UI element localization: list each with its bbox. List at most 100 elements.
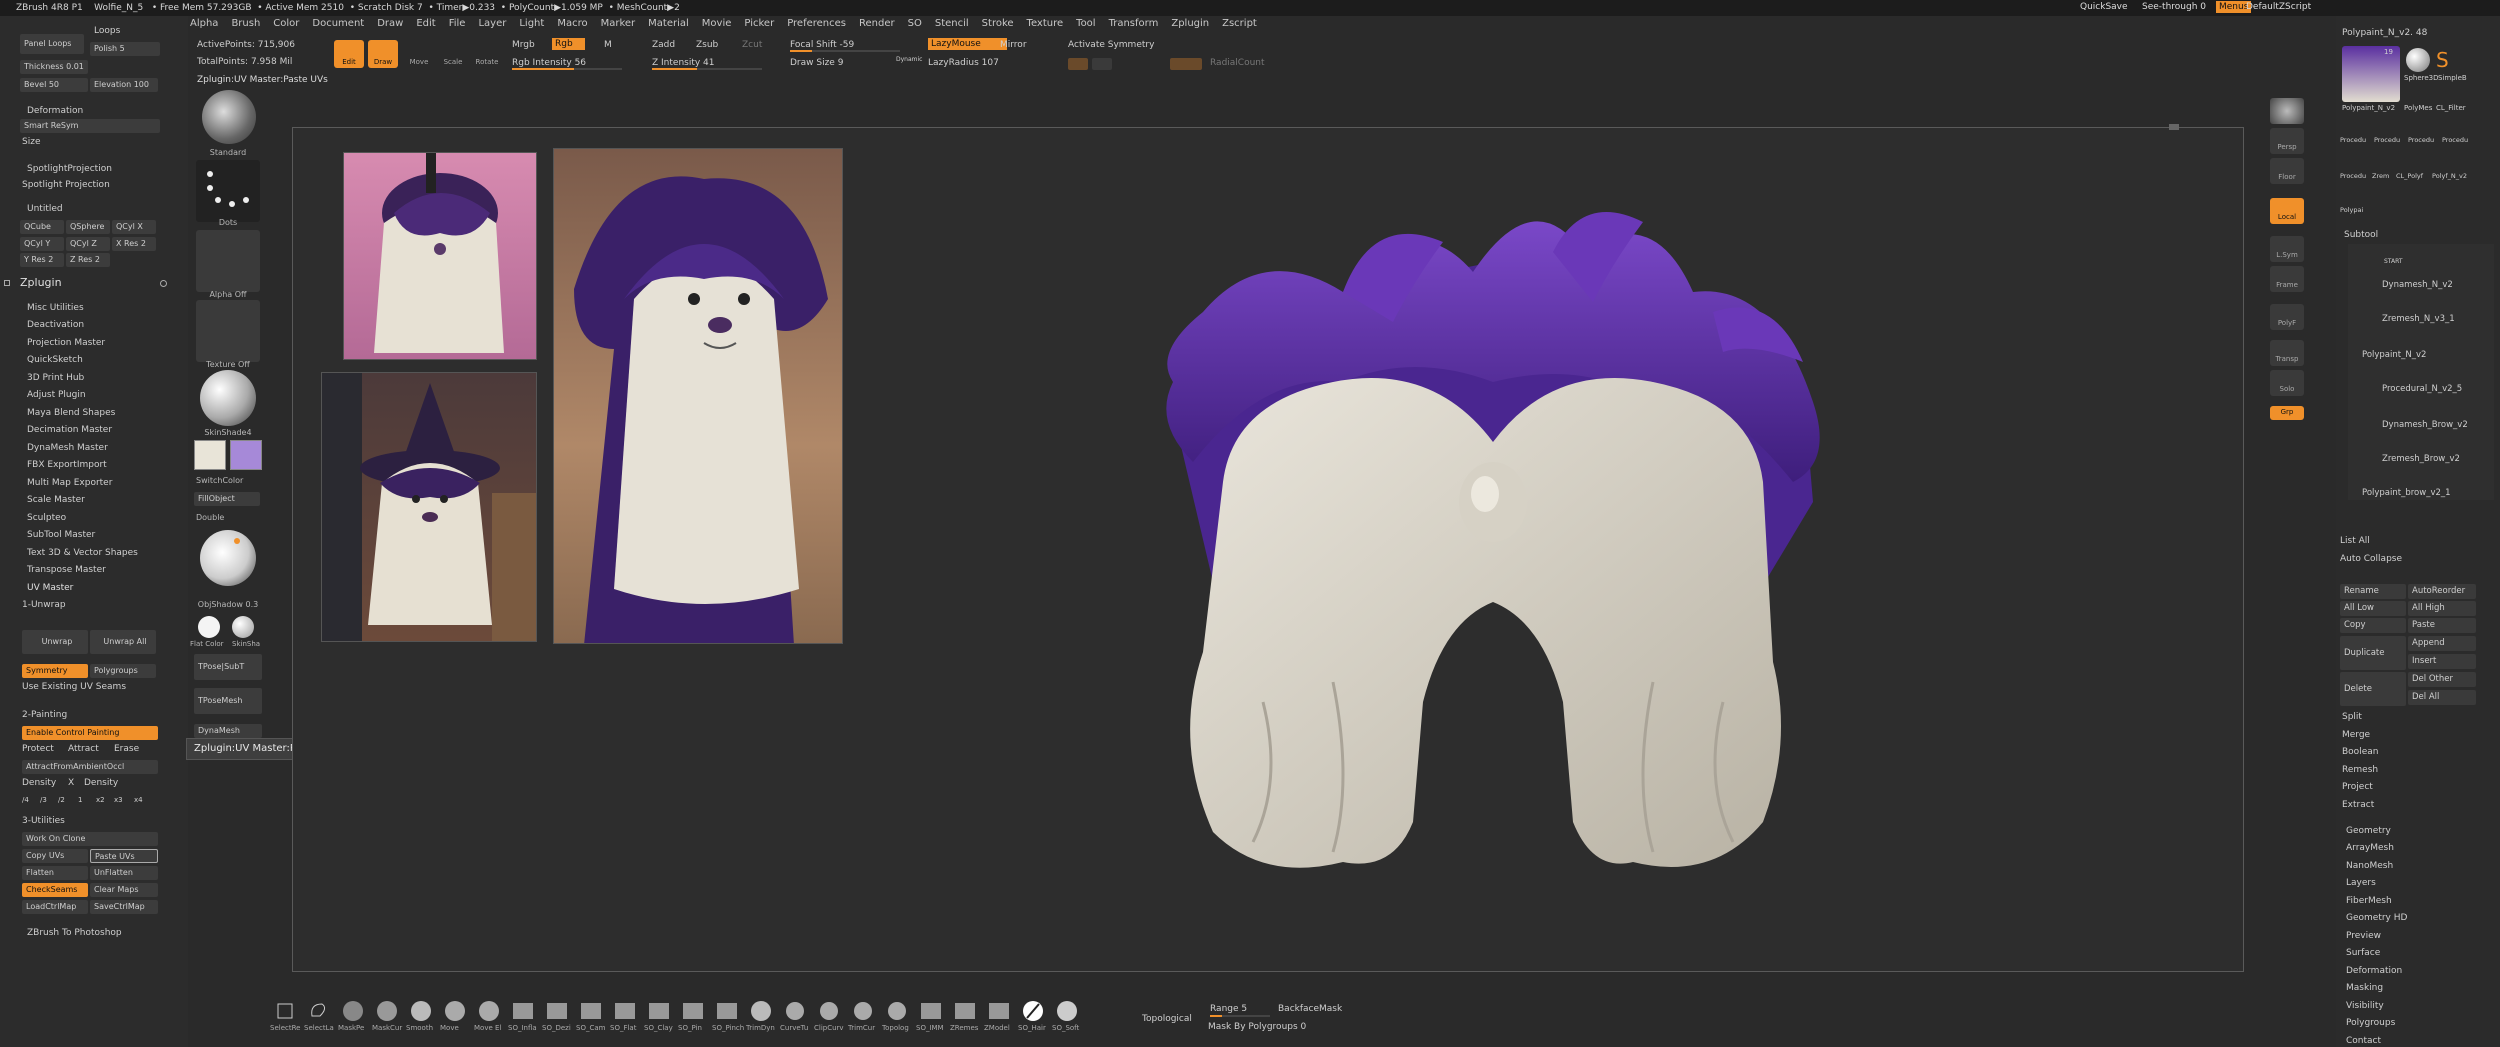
so-hair-brush-icon[interactable] [1018,998,1048,1024]
list-all-button[interactable]: List All [2340,536,2370,546]
density-x3-button[interactable]: x3 [114,796,123,804]
yres-slider[interactable]: Y Res 2 [20,253,64,267]
menu-stencil[interactable]: Stencil [935,18,969,29]
subtool-item-7[interactable]: Zremesh_Brow_v2 [2382,454,2460,464]
plugin-decimation-master[interactable]: Decimation Master [27,425,112,435]
clear-maps-button[interactable]: Clear Maps [90,883,158,897]
enable-control-painting-button[interactable]: Enable Control Painting [22,726,158,740]
draw-size-slider[interactable]: Draw Size 9 [790,58,843,68]
lazymouse-button[interactable]: LazyMouse [928,38,1007,50]
so-dezi-brush-icon[interactable] [542,998,572,1024]
load-ctrl-map-button[interactable]: LoadCtrlMap [22,900,88,914]
qcube-button[interactable]: QCube [20,220,64,234]
density-x2-button[interactable]: x2 [96,796,105,804]
paste-uvs-button[interactable]: Paste UVs [90,849,158,863]
density-slider[interactable]: Density [84,778,118,788]
save-ctrl-map-button[interactable]: SaveCtrlMap [90,900,158,914]
spotlight-projection-header[interactable]: SpotlightProjection [27,164,112,174]
quicksave-button[interactable]: QuickSave [2080,2,2128,12]
smart-resym-button[interactable]: Smart ReSym [20,119,160,133]
cl-polyf-tool[interactable]: CL_Polyf [2396,172,2423,180]
zcut-button[interactable]: Zcut [742,40,762,50]
density-x4-button[interactable]: x4 [134,796,143,804]
floor-button[interactable]: Floor [2270,158,2304,184]
draw-mode-button[interactable]: Draw [368,40,398,68]
dynamesh-button[interactable]: DynaMesh [194,724,262,738]
so-imm-brush-icon[interactable] [916,998,946,1024]
so-flat-brush-icon[interactable] [610,998,640,1024]
so-inflate-brush-icon[interactable] [508,998,538,1024]
sym-y-button[interactable] [1092,58,1112,70]
mask-pen-brush-icon[interactable] [338,998,368,1024]
preview-section[interactable]: Preview [2346,931,2381,941]
move-brush-icon[interactable] [440,998,470,1024]
plugin-projection-master[interactable]: Projection Master [27,338,105,348]
erase-button[interactable]: Erase [114,744,139,754]
zbrush-to-photoshop[interactable]: ZBrush To Photoshop [27,928,122,938]
topology-brush-icon[interactable] [882,998,912,1024]
menu-material[interactable]: Material [648,18,689,29]
menu-edit[interactable]: Edit [416,18,435,29]
menu-movie[interactable]: Movie [702,18,732,29]
menu-file[interactable]: File [449,18,466,29]
transp-button[interactable]: Transp [2270,340,2304,366]
rename-button[interactable]: Rename [2340,584,2406,599]
subtool-item-3[interactable]: Zremesh_N_v3_1 [2382,314,2455,324]
grp-button[interactable]: Grp [2270,406,2304,420]
panel-loops-button[interactable]: Panel Loops [20,34,84,54]
qcylx-button[interactable]: QCyl X [112,220,156,234]
xres-slider[interactable]: X Res 2 [112,237,156,251]
menu-alpha[interactable]: Alpha [190,18,218,29]
unwrap-all-button[interactable]: Unwrap All [90,630,156,654]
menu-document[interactable]: Document [312,18,364,29]
insert-button[interactable]: Insert [2408,654,2476,669]
procedural-tool-3[interactable]: Procedu [2408,136,2434,144]
frame-button[interactable]: Frame [2270,266,2304,292]
qcylz-button[interactable]: QCyl Z [66,237,110,251]
elevation-slider[interactable]: Elevation 100 [90,78,158,92]
dynamic-toggle[interactable]: Dynamic [896,56,922,63]
polyf-button[interactable]: PolyF [2270,304,2304,330]
subtool-item-5[interactable]: Procedural_N_v2_5 [2382,384,2462,394]
zremesh-tool[interactable]: Zrem [2372,172,2389,180]
density-one-button[interactable]: 1 [78,796,82,804]
select-lasso-brush-icon[interactable] [304,998,334,1024]
geometry-hd-section[interactable]: Geometry HD [2346,913,2407,923]
current-tool-slider[interactable]: Polypaint_N_v2. 48 [2342,28,2427,38]
surface-section[interactable]: Surface [2346,948,2380,958]
so-soft-brush-icon[interactable] [1052,998,1082,1024]
zsub-button[interactable]: Zsub [696,40,718,50]
local-button[interactable]: Local [2270,198,2304,224]
menu-brush[interactable]: Brush [231,18,260,29]
spotlight-projection-button[interactable]: Spotlight Projection [22,180,110,190]
density-third-button[interactable]: /3 [40,796,47,804]
backface-mask-toggle[interactable]: BackfaceMask [1278,1004,1342,1014]
tpose-subt-button[interactable]: TPose|SubT [194,654,262,680]
menu-texture[interactable]: Texture [1027,18,1064,29]
bevel-slider[interactable]: Bevel 50 [20,78,88,92]
so-pinch-brush-icon[interactable] [712,998,742,1024]
merge-section[interactable]: Merge [2342,730,2370,740]
so-clay-brush-icon[interactable] [644,998,674,1024]
deformation-header[interactable]: Deformation [27,106,83,116]
plugin-3d-print-hub[interactable]: 3D Print Hub [27,373,84,383]
arraymesh-section[interactable]: ArrayMesh [2346,843,2394,853]
matcap-preview-icon[interactable] [200,530,256,586]
plugin-misc-utilities[interactable]: Misc Utilities [27,303,84,313]
mrgb-button[interactable]: Mrgb [512,40,535,50]
polygroups-toggle[interactable]: Polygroups [90,664,156,678]
menu-draw[interactable]: Draw [377,18,403,29]
autoreorder-button[interactable]: AutoReorder [2408,584,2476,599]
menu-marker[interactable]: Marker [601,18,636,29]
skinshade-material-icon[interactable] [200,370,256,426]
masking-section[interactable]: Masking [2346,983,2383,993]
deformation-section[interactable]: Deformation [2346,966,2402,976]
menu-picker[interactable]: Picker [744,18,774,29]
remesh-section[interactable]: Remesh [2342,765,2378,775]
polypaint-tool[interactable]: Polypai [2340,206,2363,214]
duplicate-button[interactable]: Duplicate [2340,636,2406,670]
subtool-item-2[interactable]: Dynamesh_N_v2 [2382,280,2453,290]
copy-button[interactable]: Copy [2340,618,2406,633]
lsym-button[interactable]: L.Sym [2270,236,2304,262]
auto-collapse-button[interactable]: Auto Collapse [2340,554,2402,564]
